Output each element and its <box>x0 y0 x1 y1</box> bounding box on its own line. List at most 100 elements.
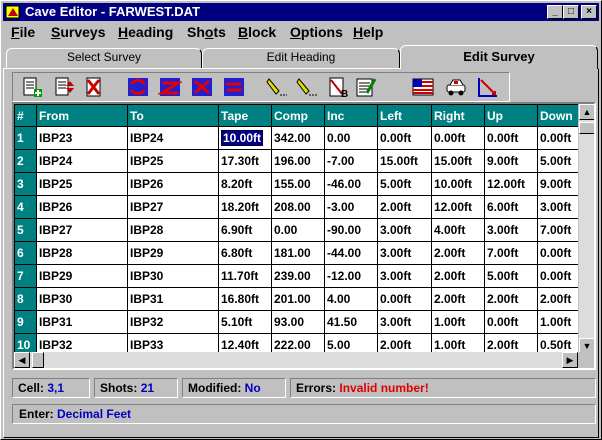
table-cell[interactable]: 0.00ft <box>484 126 538 150</box>
table-cell[interactable]: 0.00 <box>271 218 325 242</box>
table-row[interactable]: 4 IBP26 IBP27 18.20ft 208.00 -3.00 2.00ft 12.00… <box>14 195 582 219</box>
table-cell[interactable]: 0.00ft <box>537 126 582 150</box>
table-cell[interactable]: 8.20ft <box>218 172 272 196</box>
table-cell[interactable]: 2.00ft <box>431 287 485 311</box>
table-cell[interactable]: -90.00 <box>324 218 378 242</box>
table-cell[interactable]: 208.00 <box>271 195 325 219</box>
reverse-survey-icon[interactable] <box>158 75 182 99</box>
scroll-left-arrow-icon[interactable]: ◀ <box>14 352 30 368</box>
table-cell[interactable]: 10.00ft <box>218 126 272 150</box>
table-cell[interactable]: IBP27 <box>127 195 219 219</box>
table-cell[interactable]: 4.00 <box>324 287 378 311</box>
table-cell[interactable]: -12.00 <box>324 264 378 288</box>
table-row[interactable]: 1 IBP23 IBP24 10.00ft 342.00 0.00 0.00ft 0.00ft… <box>14 126 582 150</box>
horizontal-scrollbar[interactable]: ◀ ▶ <box>14 352 578 368</box>
column-header[interactable]: Down <box>537 104 582 127</box>
table-cell[interactable]: 93.00 <box>271 310 325 334</box>
table-cell[interactable]: 3.00ft <box>537 195 582 219</box>
table-cell[interactable]: 18.20ft <box>218 195 272 219</box>
column-header[interactable]: To <box>127 104 219 127</box>
vertical-scrollbar[interactable]: ▲ ▼ <box>578 104 594 354</box>
table-cell[interactable]: 3.00ft <box>484 218 538 242</box>
table-row[interactable]: 9 IBP31 IBP32 5.10ft 93.00 41.50 3.00ft 1.00ft 0… <box>14 310 582 334</box>
table-cell[interactable]: 0.00 <box>324 126 378 150</box>
vertical-scroll-thumb[interactable] <box>579 122 594 134</box>
reverse-shot-icon[interactable] <box>126 75 150 99</box>
table-cell[interactable]: 2.00ft <box>537 287 582 311</box>
table-cell[interactable]: IBP28 <box>127 218 219 242</box>
table-cell[interactable]: IBP27 <box>36 218 128 242</box>
table-cell[interactable]: 0.00ft <box>484 310 538 334</box>
selected-cell-value[interactable]: 10.00ft <box>221 130 264 146</box>
plot-icon[interactable] <box>475 75 499 99</box>
column-header[interactable]: Comp <box>271 104 325 127</box>
table-cell[interactable]: 41.50 <box>324 310 378 334</box>
table-cell[interactable]: IBP30 <box>36 287 128 311</box>
table-cell[interactable]: 17.30ft <box>218 149 272 173</box>
table-cell[interactable]: IBP24 <box>127 126 219 150</box>
table-cell[interactable]: 0.00ft <box>377 126 432 150</box>
table-cell[interactable]: 11.70ft <box>218 264 272 288</box>
erase-shots-icon[interactable] <box>265 75 289 99</box>
table-cell[interactable]: 5.10ft <box>218 310 272 334</box>
close-button[interactable]: × <box>581 5 597 19</box>
table-cell[interactable]: 2.00ft <box>377 195 432 219</box>
column-header[interactable]: Tape <box>218 104 272 127</box>
scroll-up-arrow-icon[interactable]: ▲ <box>579 104 594 120</box>
table-cell[interactable]: 0.00ft <box>537 241 582 265</box>
table-cell[interactable]: 1.00ft <box>537 310 582 334</box>
table-cell[interactable]: 3.00ft <box>377 310 432 334</box>
append-shot-icon[interactable] <box>20 75 44 99</box>
table-cell[interactable]: IBP30 <box>127 264 219 288</box>
table-cell[interactable]: -46.00 <box>324 172 378 196</box>
table-cell[interactable]: 196.00 <box>271 149 325 173</box>
notes-icon[interactable] <box>354 75 378 99</box>
table-cell[interactable]: 2.00ft <box>431 264 485 288</box>
menu-surveys[interactable]: Surveys <box>51 24 106 40</box>
table-cell[interactable]: 3.00ft <box>377 218 432 242</box>
menu-help[interactable]: Help <box>353 24 383 40</box>
table-row[interactable]: 7 IBP29 IBP30 11.70ft 239.00 -12.00 3.00ft 2.00… <box>14 264 582 288</box>
maximize-button[interactable]: □ <box>563 5 579 19</box>
minimize-button[interactable]: _ <box>547 5 563 19</box>
table-cell[interactable]: 201.00 <box>271 287 325 311</box>
table-cell[interactable]: IBP23 <box>36 126 128 150</box>
table-row[interactable]: 5 IBP27 IBP28 6.90ft 0.00 -90.00 3.00ft 4.00ft 3… <box>14 218 582 242</box>
table-cell[interactable]: 6.80ft <box>218 241 272 265</box>
backsight-icon[interactable]: B <box>326 75 350 99</box>
table-cell[interactable]: 9.00ft <box>537 172 582 196</box>
table-row[interactable]: 2 IBP24 IBP25 17.30ft 196.00 -7.00 15.00ft 15.0… <box>14 149 582 173</box>
table-cell[interactable]: -3.00 <box>324 195 378 219</box>
horizontal-scroll-thumb[interactable] <box>32 352 44 368</box>
table-cell[interactable]: 3.00ft <box>377 264 432 288</box>
table-cell[interactable]: 4.00ft <box>431 218 485 242</box>
table-cell[interactable]: 12.00ft <box>484 172 538 196</box>
table-cell[interactable]: 7.00ft <box>537 218 582 242</box>
table-cell[interactable]: 1.00ft <box>431 310 485 334</box>
table-cell[interactable]: 2.00ft <box>484 287 538 311</box>
table-cell[interactable]: IBP24 <box>36 149 128 173</box>
swap-icon[interactable] <box>222 75 246 99</box>
table-cell[interactable]: 5.00ft <box>537 149 582 173</box>
survey-grid[interactable]: # From To Tape Comp Inc Left Right Up Do… <box>12 102 596 370</box>
table-cell[interactable]: 7.00ft <box>484 241 538 265</box>
tab-select-survey[interactable]: Select Survey <box>6 48 202 68</box>
table-cell[interactable]: 12.00ft <box>431 195 485 219</box>
menu-heading[interactable]: Heading <box>118 24 173 40</box>
table-cell[interactable]: 2.00ft <box>431 241 485 265</box>
table-cell[interactable]: 5.00ft <box>377 172 432 196</box>
table-cell[interactable]: 155.00 <box>271 172 325 196</box>
scroll-right-arrow-icon[interactable]: ▶ <box>562 352 578 368</box>
table-cell[interactable]: IBP26 <box>127 172 219 196</box>
table-cell[interactable]: 15.00ft <box>431 149 485 173</box>
table-row[interactable]: 6 IBP28 IBP29 6.80ft 181.00 -44.00 3.00ft 2.00f… <box>14 241 582 265</box>
table-cell[interactable]: IBP32 <box>127 310 219 334</box>
convert-icon[interactable] <box>190 75 214 99</box>
menu-block[interactable]: Block <box>238 24 276 40</box>
table-cell[interactable]: 0.00ft <box>377 287 432 311</box>
table-cell[interactable]: IBP25 <box>36 172 128 196</box>
clear-lrud-icon[interactable] <box>295 75 319 99</box>
table-cell[interactable]: IBP25 <box>127 149 219 173</box>
car-icon[interactable] <box>444 75 468 99</box>
table-cell[interactable]: 239.00 <box>271 264 325 288</box>
